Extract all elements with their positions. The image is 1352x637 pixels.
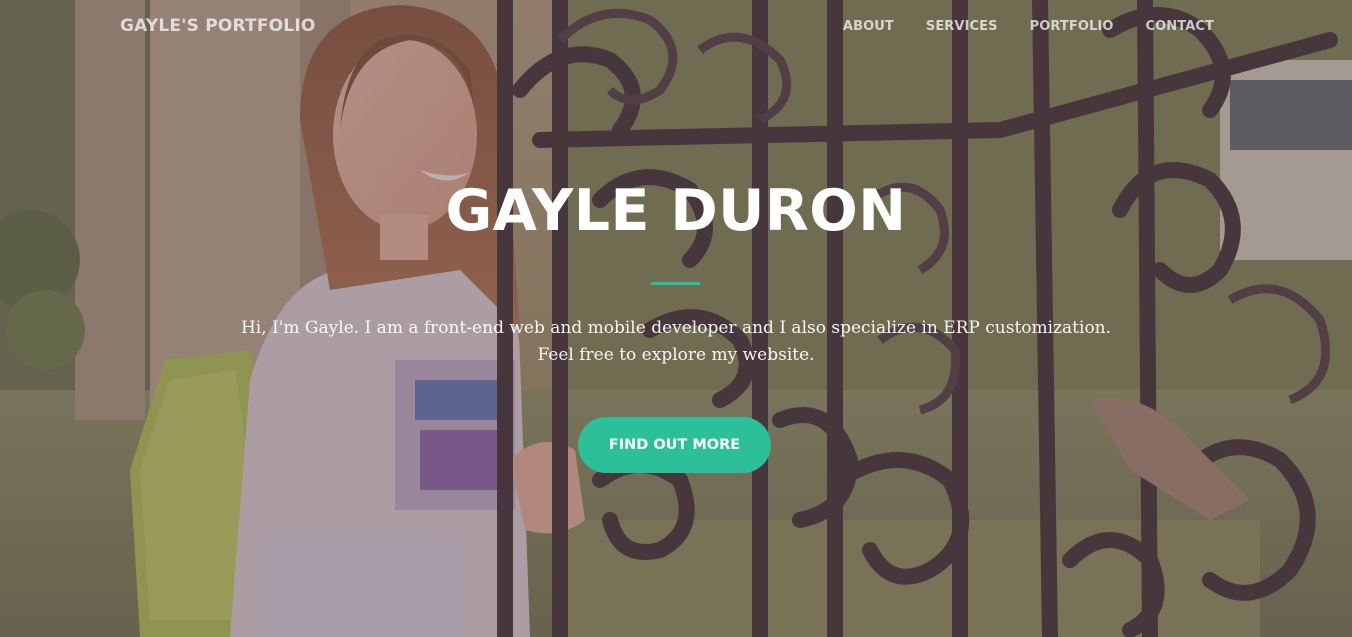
hero-title: GAYLE DURON bbox=[445, 178, 907, 244]
nav-links: ABOUT SERVICES PORTFOLIO CONTACT bbox=[843, 19, 1214, 34]
hero-lead-text: Hi, I'm Gayle. I am a front-end web and … bbox=[240, 318, 1112, 365]
top-navbar: GAYLE'S PORTFOLIO ABOUT SERVICES PORTFOL… bbox=[0, 0, 1352, 56]
nav-link-contact[interactable]: CONTACT bbox=[1146, 19, 1215, 34]
nav-link-about[interactable]: ABOUT bbox=[843, 19, 894, 34]
brand-link[interactable]: GAYLE'S PORTFOLIO bbox=[120, 16, 316, 36]
nav-link-portfolio[interactable]: PORTFOLIO bbox=[1030, 19, 1114, 34]
title-divider bbox=[651, 282, 700, 285]
nav-link-services[interactable]: SERVICES bbox=[926, 19, 998, 34]
hero-section: GAYLE'S PORTFOLIO ABOUT SERVICES PORTFOL… bbox=[0, 0, 1352, 637]
find-out-more-button[interactable]: FIND OUT MORE bbox=[578, 417, 771, 473]
